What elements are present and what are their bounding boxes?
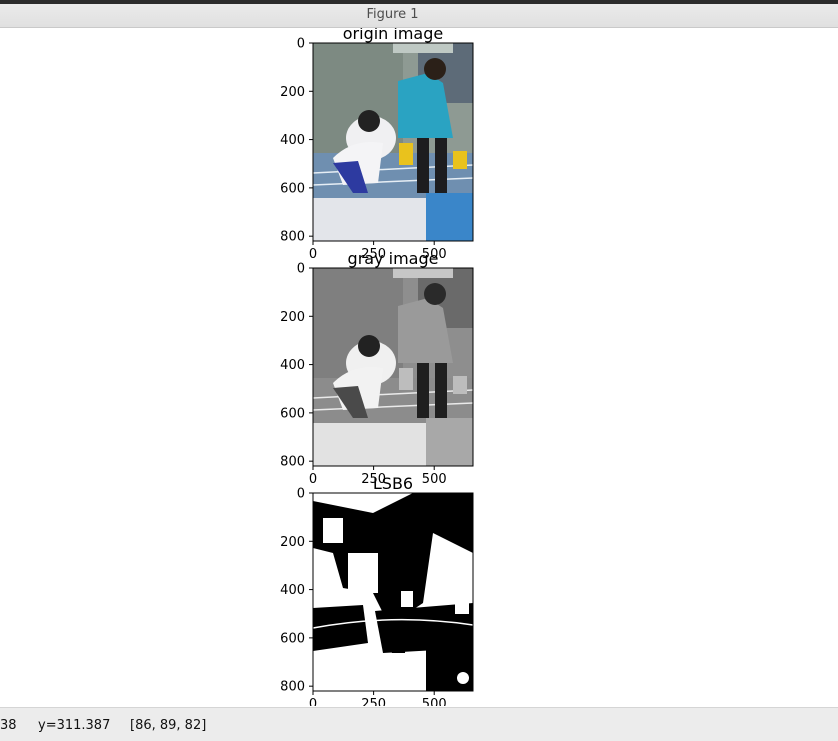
y-tick-label: 200	[280, 85, 305, 100]
pixel-value-readout: [86, 89, 82]	[130, 718, 207, 733]
y-tick-label: 600	[280, 181, 305, 196]
y-tick-label: 400	[280, 133, 305, 148]
subplot-3: LSB6 0 200 400 600 800 0 250 500	[280, 474, 474, 706]
window-title: Figure 1	[366, 7, 419, 22]
y-tick-label: 0	[297, 262, 305, 277]
y-tick-label: 600	[280, 631, 305, 646]
y-tick-label: 0	[297, 37, 305, 52]
subplot-title: LSB6	[373, 474, 413, 493]
x-tick-label: 0	[309, 247, 317, 262]
subplot-title: gray image	[348, 249, 439, 268]
y-tick-label: 800	[280, 680, 305, 695]
title-bar-edge	[0, 0, 838, 4]
y-tick-label: 800	[280, 230, 305, 245]
subplot-1: origin image02004006008000 250 500	[280, 28, 474, 262]
y-tick-label: 200	[280, 310, 305, 325]
y-tick-label: 400	[280, 358, 305, 373]
x-tick-label: 0	[309, 472, 317, 487]
subplot-image-2	[312, 267, 474, 467]
x-tick-label: 250	[361, 697, 386, 706]
y-tick-label: 400	[280, 583, 305, 598]
x-tick-label: 0	[309, 697, 317, 706]
x-coordinate-readout: 38	[0, 718, 17, 733]
status-bar: 38 y=311.387 [86, 89, 82]	[0, 707, 838, 741]
title-bar[interactable]: Figure 1	[0, 0, 838, 28]
figure-svg: origin image 0 200 400 600 800 0 250 500 gray ima…	[280, 28, 474, 706]
y-tick-label: 200	[280, 535, 305, 550]
figure-window: Figure 1 origin image 0 200 400 600 800 …	[0, 0, 838, 741]
y-tick-label: 0	[297, 487, 305, 502]
y-tick-label: 600	[280, 406, 305, 421]
y-coordinate-readout: y=311.387	[38, 718, 111, 733]
subplot-image-3	[312, 492, 474, 692]
figure-canvas[interactable]: origin image 0 200 400 600 800 0 250 500 gray ima…	[0, 28, 838, 706]
subplot-2: gray image02004006008000 250 500	[280, 249, 474, 487]
subplot-image-1	[312, 42, 474, 242]
subplot-title: origin image	[343, 28, 443, 43]
y-tick-label: 800	[280, 455, 305, 470]
x-tick-label: 500	[422, 472, 447, 487]
x-tick-label: 500	[422, 697, 447, 706]
